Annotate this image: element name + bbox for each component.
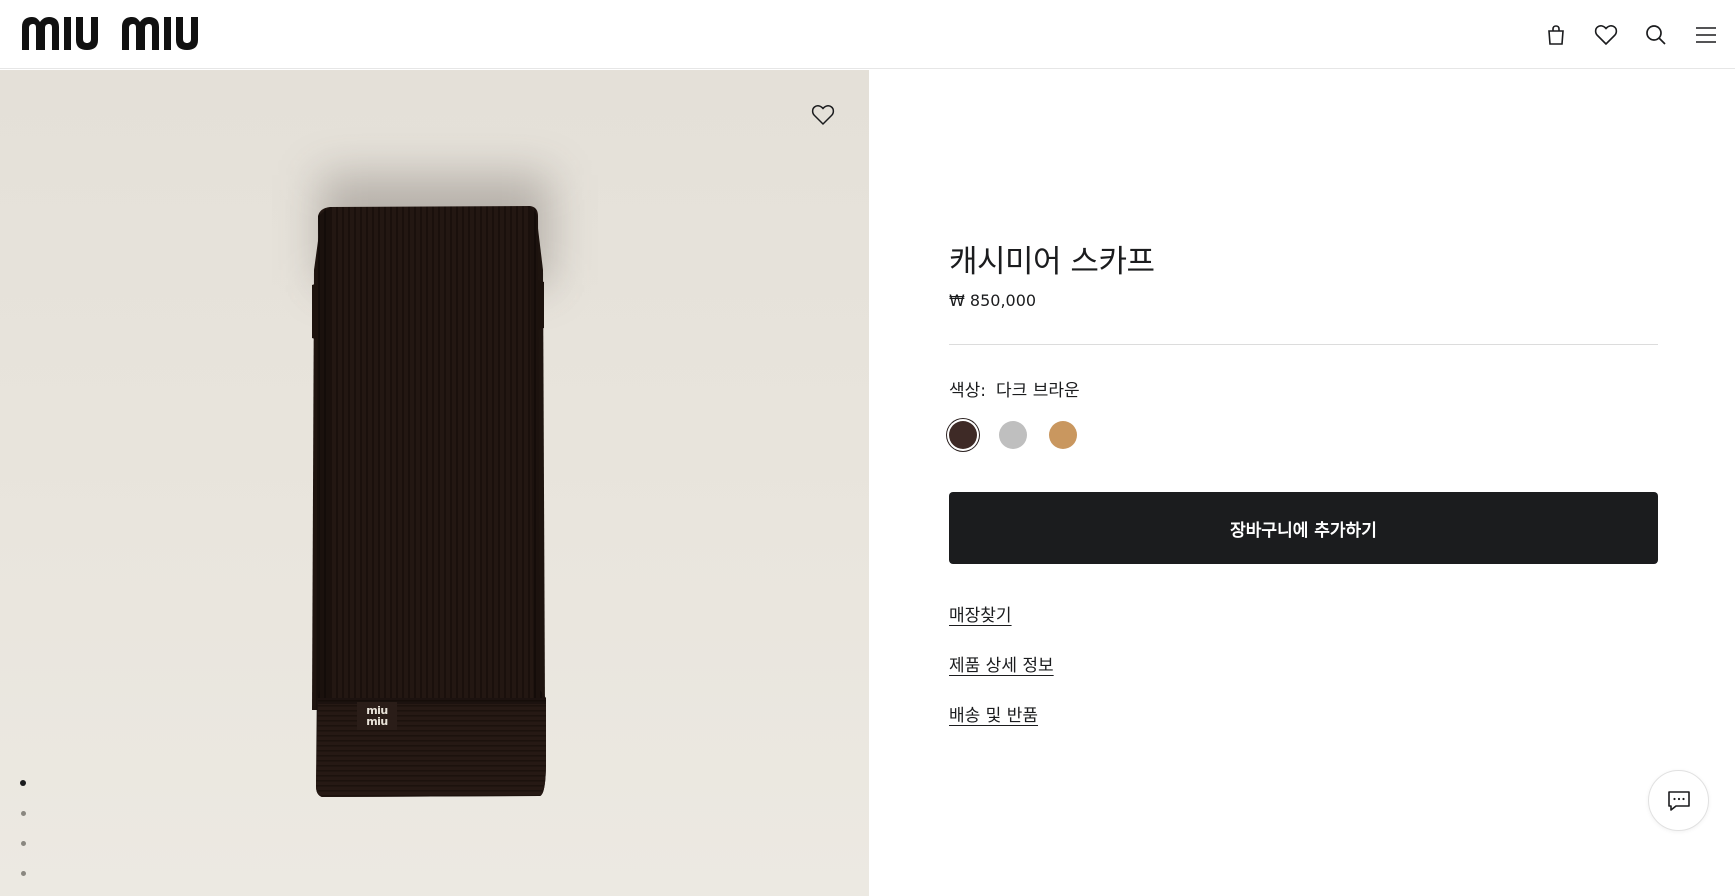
heart-icon[interactable] xyxy=(1581,10,1631,60)
color-value: 다크 브라운 xyxy=(996,381,1080,401)
product-price: ₩ 850,000 xyxy=(949,291,1037,310)
chat-icon xyxy=(1667,790,1690,811)
chat-button[interactable] xyxy=(1648,770,1709,831)
gallery-dot-3[interactable] xyxy=(17,828,29,858)
menu-icon[interactable] xyxy=(1681,10,1731,60)
brand-logo[interactable] xyxy=(22,17,208,50)
bag-icon[interactable] xyxy=(1531,10,1581,60)
find-store-link[interactable]: 매장찾기 xyxy=(949,601,1012,626)
product-image-gallery[interactable]: miu miu xyxy=(0,70,869,896)
gallery-pagination xyxy=(17,768,29,888)
wishlist-heart-button[interactable] xyxy=(808,100,838,130)
scarf-image xyxy=(312,206,546,797)
gallery-dot-4[interactable] xyxy=(17,858,29,888)
header-actions xyxy=(1531,0,1735,69)
color-swatch-dark-brown[interactable] xyxy=(949,421,977,449)
site-header xyxy=(0,0,1735,69)
divider xyxy=(949,344,1658,345)
color-swatch-camel[interactable] xyxy=(1049,421,1077,449)
product-details-link[interactable]: 제품 상세 정보 xyxy=(949,651,1054,676)
color-selector-label: 색상: 다크 브라운 xyxy=(949,376,1080,401)
color-swatches xyxy=(949,421,1077,449)
product-logo-patch: miu miu xyxy=(357,702,397,730)
search-icon[interactable] xyxy=(1631,10,1681,60)
add-to-cart-button[interactable]: 장바구니에 추가하기 xyxy=(949,492,1658,564)
heart-icon xyxy=(811,105,835,126)
color-label: 색상: xyxy=(949,381,987,401)
color-swatch-grey[interactable] xyxy=(999,421,1027,449)
shipping-returns-link[interactable]: 배송 및 반품 xyxy=(949,701,1038,726)
gallery-dot-2[interactable] xyxy=(17,798,29,828)
gallery-dot-1[interactable] xyxy=(17,768,29,798)
product-title: 캐시미어 스카프 xyxy=(949,244,1155,280)
